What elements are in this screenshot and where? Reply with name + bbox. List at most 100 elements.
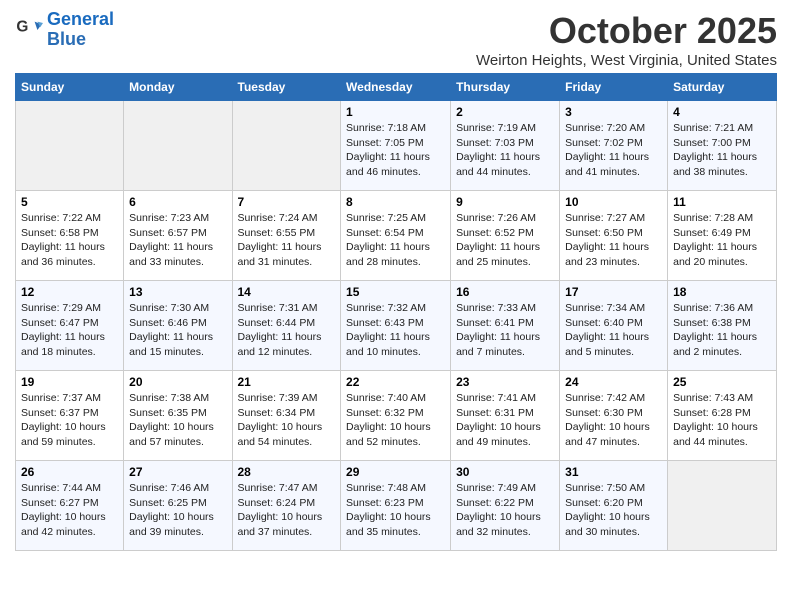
day-info: Sunrise: 7:20 AM Sunset: 7:02 PM Dayligh… <box>565 121 662 180</box>
day-info: Sunrise: 7:27 AM Sunset: 6:50 PM Dayligh… <box>565 211 662 270</box>
day-info: Sunrise: 7:23 AM Sunset: 6:57 PM Dayligh… <box>129 211 226 270</box>
calendar-cell: 7 Sunrise: 7:24 AM Sunset: 6:55 PM Daylig… <box>232 191 341 281</box>
weekday-header: Friday <box>560 74 668 101</box>
calendar-cell: 18Sunrise: 7:36 AM Sunset: 6:38 PM Dayli… <box>668 281 777 371</box>
day-number: 15 <box>346 285 445 299</box>
day-info: Sunrise: 7:39 AM Sunset: 6:34 PM Dayligh… <box>238 391 336 450</box>
day-info: Sunrise: 7:44 AM Sunset: 6:27 PM Dayligh… <box>21 481 118 540</box>
day-number: 1 <box>346 105 445 119</box>
calendar-header: SundayMondayTuesdayWednesdayThursdayFrid… <box>16 74 777 101</box>
calendar-body: 1 Sunrise: 7:18 AM Sunset: 7:05 PM Daylig… <box>16 101 777 551</box>
day-info: Sunrise: 7:38 AM Sunset: 6:35 PM Dayligh… <box>129 391 226 450</box>
day-number: 31 <box>565 465 662 479</box>
calendar-cell: 10 Sunrise: 7:27 AM Sunset: 6:50 PM Dayli… <box>560 191 668 281</box>
day-info: Sunrise: 7:32 AM Sunset: 6:43 PM Dayligh… <box>346 301 445 360</box>
calendar-cell: 27 Sunrise: 7:46 AM Sunset: 6:25 PM Dayli… <box>124 461 232 551</box>
calendar-cell: 2Sunrise: 7:19 AM Sunset: 7:03 PM Daylig… <box>451 101 560 191</box>
day-number: 21 <box>238 375 336 389</box>
calendar-cell <box>232 101 341 191</box>
day-number: 12 <box>21 285 118 299</box>
day-number: 22 <box>346 375 445 389</box>
calendar-cell: 3 Sunrise: 7:20 AM Sunset: 7:02 PM Daylig… <box>560 101 668 191</box>
calendar-cell: 1 Sunrise: 7:18 AM Sunset: 7:05 PM Daylig… <box>341 101 451 191</box>
calendar-cell: 13 Sunrise: 7:30 AM Sunset: 6:46 PM Dayli… <box>124 281 232 371</box>
weekday-header: Sunday <box>16 74 124 101</box>
calendar-cell <box>668 461 777 551</box>
day-number: 16 <box>456 285 554 299</box>
calendar-cell: 16Sunrise: 7:33 AM Sunset: 6:41 PM Dayli… <box>451 281 560 371</box>
calendar-cell: 24 Sunrise: 7:42 AM Sunset: 6:30 PM Dayli… <box>560 371 668 461</box>
calendar-cell: 26 Sunrise: 7:44 AM Sunset: 6:27 PM Dayli… <box>16 461 124 551</box>
day-number: 6 <box>129 195 226 209</box>
day-info: Sunrise: 7:31 AM Sunset: 6:44 PM Dayligh… <box>238 301 336 360</box>
day-number: 4 <box>673 105 771 119</box>
calendar-cell: 6 Sunrise: 7:23 AM Sunset: 6:57 PM Daylig… <box>124 191 232 281</box>
calendar-cell: 11 Sunrise: 7:28 AM Sunset: 6:49 PM Dayli… <box>668 191 777 281</box>
day-info: Sunrise: 7:34 AM Sunset: 6:40 PM Dayligh… <box>565 301 662 360</box>
calendar-cell: 15 Sunrise: 7:32 AM Sunset: 6:43 PM Dayli… <box>341 281 451 371</box>
day-number: 8 <box>346 195 445 209</box>
day-number: 11 <box>673 195 771 209</box>
day-info: Sunrise: 7:21 AM Sunset: 7:00 PM Dayligh… <box>673 121 771 180</box>
calendar-cell: 23 Sunrise: 7:41 AM Sunset: 6:31 PM Dayli… <box>451 371 560 461</box>
calendar-cell: 30Sunrise: 7:49 AM Sunset: 6:22 PM Dayli… <box>451 461 560 551</box>
calendar-week-row: 12 Sunrise: 7:29 AM Sunset: 6:47 PM Dayli… <box>16 281 777 371</box>
day-info: Sunrise: 7:42 AM Sunset: 6:30 PM Dayligh… <box>565 391 662 450</box>
calendar-cell: 19Sunrise: 7:37 AM Sunset: 6:37 PM Dayli… <box>16 371 124 461</box>
day-number: 26 <box>21 465 118 479</box>
day-info: Sunrise: 7:18 AM Sunset: 7:05 PM Dayligh… <box>346 121 445 180</box>
day-info: Sunrise: 7:46 AM Sunset: 6:25 PM Dayligh… <box>129 481 226 540</box>
title-area: October 2025 Weirton Heights, West Virgi… <box>476 10 777 69</box>
calendar-cell: 12 Sunrise: 7:29 AM Sunset: 6:47 PM Dayli… <box>16 281 124 371</box>
day-number: 3 <box>565 105 662 119</box>
day-number: 20 <box>129 375 226 389</box>
calendar-cell: 9 Sunrise: 7:26 AM Sunset: 6:52 PM Daylig… <box>451 191 560 281</box>
day-info: Sunrise: 7:41 AM Sunset: 6:31 PM Dayligh… <box>456 391 554 450</box>
weekday-header: Monday <box>124 74 232 101</box>
day-number: 14 <box>238 285 336 299</box>
day-info: Sunrise: 7:30 AM Sunset: 6:46 PM Dayligh… <box>129 301 226 360</box>
logo: G General Blue <box>15 10 114 50</box>
day-number: 5 <box>21 195 118 209</box>
calendar-cell: 21 Sunrise: 7:39 AM Sunset: 6:34 PM Dayli… <box>232 371 341 461</box>
calendar-week-row: 5Sunrise: 7:22 AM Sunset: 6:58 PM Daylig… <box>16 191 777 281</box>
calendar-cell: 25Sunrise: 7:43 AM Sunset: 6:28 PM Dayli… <box>668 371 777 461</box>
logo-text: General Blue <box>47 10 114 50</box>
day-number: 24 <box>565 375 662 389</box>
calendar-week-row: 1 Sunrise: 7:18 AM Sunset: 7:05 PM Daylig… <box>16 101 777 191</box>
day-number: 9 <box>456 195 554 209</box>
calendar-cell: 29Sunrise: 7:48 AM Sunset: 6:23 PM Dayli… <box>341 461 451 551</box>
day-info: Sunrise: 7:24 AM Sunset: 6:55 PM Dayligh… <box>238 211 336 270</box>
calendar-cell: 17Sunrise: 7:34 AM Sunset: 6:40 PM Dayli… <box>560 281 668 371</box>
calendar-table: SundayMondayTuesdayWednesdayThursdayFrid… <box>15 73 777 551</box>
day-info: Sunrise: 7:19 AM Sunset: 7:03 PM Dayligh… <box>456 121 554 180</box>
weekday-header: Saturday <box>668 74 777 101</box>
calendar-cell: 20 Sunrise: 7:38 AM Sunset: 6:35 PM Dayli… <box>124 371 232 461</box>
day-number: 7 <box>238 195 336 209</box>
logo-line2: Blue <box>47 29 86 49</box>
day-number: 10 <box>565 195 662 209</box>
day-info: Sunrise: 7:50 AM Sunset: 6:20 PM Dayligh… <box>565 481 662 540</box>
day-info: Sunrise: 7:26 AM Sunset: 6:52 PM Dayligh… <box>456 211 554 270</box>
calendar-cell: 28 Sunrise: 7:47 AM Sunset: 6:24 PM Dayli… <box>232 461 341 551</box>
day-number: 13 <box>129 285 226 299</box>
day-info: Sunrise: 7:40 AM Sunset: 6:32 PM Dayligh… <box>346 391 445 450</box>
day-info: Sunrise: 7:47 AM Sunset: 6:24 PM Dayligh… <box>238 481 336 540</box>
weekday-header: Tuesday <box>232 74 341 101</box>
day-info: Sunrise: 7:28 AM Sunset: 6:49 PM Dayligh… <box>673 211 771 270</box>
day-info: Sunrise: 7:37 AM Sunset: 6:37 PM Dayligh… <box>21 391 118 450</box>
weekday-header: Wednesday <box>341 74 451 101</box>
weekday-header: Thursday <box>451 74 560 101</box>
calendar-cell: 8Sunrise: 7:25 AM Sunset: 6:54 PM Daylig… <box>341 191 451 281</box>
day-number: 27 <box>129 465 226 479</box>
calendar-cell: 4 Sunrise: 7:21 AM Sunset: 7:00 PM Daylig… <box>668 101 777 191</box>
day-number: 29 <box>346 465 445 479</box>
day-number: 30 <box>456 465 554 479</box>
day-number: 23 <box>456 375 554 389</box>
calendar-cell <box>16 101 124 191</box>
logo-line1: General <box>47 9 114 29</box>
calendar-week-row: 19Sunrise: 7:37 AM Sunset: 6:37 PM Dayli… <box>16 371 777 461</box>
day-number: 28 <box>238 465 336 479</box>
day-info: Sunrise: 7:29 AM Sunset: 6:47 PM Dayligh… <box>21 301 118 360</box>
calendar-cell: 22 Sunrise: 7:40 AM Sunset: 6:32 PM Dayli… <box>341 371 451 461</box>
